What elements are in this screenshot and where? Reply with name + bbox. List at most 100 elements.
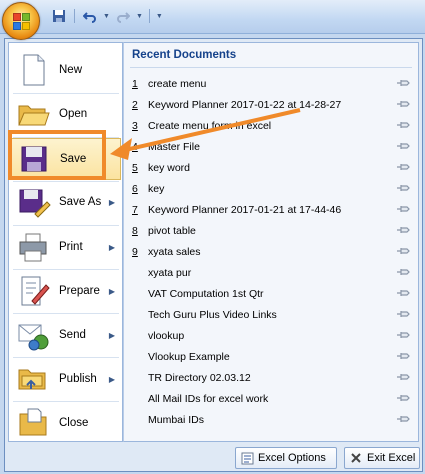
- options-icon: [240, 451, 254, 465]
- recent-document-name: key word: [148, 161, 191, 174]
- recent-document-number: 5: [132, 161, 138, 174]
- recent-document-number: 8: [132, 224, 138, 237]
- submenu-arrow-icon: ▶: [108, 374, 115, 384]
- undo-icon: [83, 12, 96, 23]
- save-icon: [53, 10, 65, 22]
- recent-documents-list: 1 create menu 2 Keyword Planner 2017-01-22 …: [124, 73, 418, 430]
- pin-icon[interactable]: [396, 120, 410, 130]
- recent-document-name: pivot table: [148, 224, 196, 237]
- quick-access-toolbar: ▼ ▼ ▼: [50, 6, 163, 26]
- recent-document-item[interactable]: 8 pivot table: [124, 220, 418, 241]
- redo-icon: [117, 12, 130, 23]
- qat-save-button[interactable]: [50, 7, 68, 25]
- exit-excel-label: Exit Excel: [367, 452, 416, 464]
- recent-document-name: vlookup: [148, 329, 185, 342]
- pin-icon[interactable]: [396, 162, 410, 172]
- pin-icon[interactable]: [396, 330, 410, 340]
- customize-qat-icon[interactable]: ▼: [156, 13, 163, 20]
- recent-document-item[interactable]: 3 Create menu form in excel: [124, 115, 418, 136]
- pin-icon[interactable]: [396, 246, 410, 256]
- menu-item-open[interactable]: Open: [11, 93, 121, 135]
- recent-document-item[interactable]: 5 key word: [124, 157, 418, 178]
- recent-document-number: 2: [132, 98, 138, 111]
- recent-document-name: VAT Computation 1st Qtr: [148, 287, 264, 300]
- recent-document-number: 1: [132, 77, 138, 90]
- recent-document-item[interactable]: Vlookup Example: [124, 346, 418, 367]
- prepare-icon: [15, 273, 51, 309]
- recent-document-name: Tech Guru Plus Video Links: [148, 308, 277, 321]
- save-as-icon: [15, 184, 51, 220]
- recent-document-name: All Mail IDs for excel work: [148, 392, 269, 405]
- recent-document-number: 4: [132, 140, 138, 153]
- recent-document-name: key: [148, 182, 165, 195]
- undo-dropdown-icon[interactable]: ▼: [103, 13, 110, 20]
- pin-icon[interactable]: [396, 288, 410, 298]
- send-icon: [15, 317, 51, 353]
- menu-commands: New Open Save Save As ▶ Print ▶ Prepare …: [8, 42, 123, 442]
- menu-item-label: Open: [59, 108, 88, 120]
- recent-document-number: 6: [132, 182, 138, 195]
- recent-document-item[interactable]: Mumbai IDs: [124, 409, 418, 430]
- qat-redo-button[interactable]: [114, 7, 132, 25]
- recent-document-number: 7: [132, 203, 138, 216]
- menu-item-save-as[interactable]: Save As ▶: [11, 181, 121, 223]
- office-button[interactable]: [2, 2, 40, 40]
- recent-document-name: Keyword Planner 2017-01-22 at 14-28-27: [148, 98, 342, 111]
- recent-document-item[interactable]: 4 Master File: [124, 136, 418, 157]
- recent-document-item[interactable]: vlookup: [124, 325, 418, 346]
- recent-document-item[interactable]: 9 xyata sales: [124, 241, 418, 262]
- excel-options-button[interactable]: Excel Options: [235, 447, 337, 469]
- menu-item-new[interactable]: New: [11, 49, 121, 91]
- recent-document-item[interactable]: TR Directory 02.03.12: [124, 367, 418, 388]
- menu-item-label: Save As: [59, 196, 102, 208]
- pin-icon[interactable]: [396, 414, 410, 424]
- pin-icon[interactable]: [396, 99, 410, 109]
- printer-icon: [15, 229, 51, 265]
- annotation-highlight-box: [8, 130, 106, 180]
- recent-document-name: create menu: [148, 77, 207, 90]
- pin-icon[interactable]: [396, 225, 410, 235]
- pin-icon[interactable]: [396, 372, 410, 382]
- recent-document-item[interactable]: 1 create menu: [124, 73, 418, 94]
- menu-item-label: New: [59, 64, 83, 76]
- pin-icon[interactable]: [396, 309, 410, 319]
- recent-document-item[interactable]: VAT Computation 1st Qtr: [124, 283, 418, 304]
- recent-document-item[interactable]: 7 Keyword Planner 2017-01-21 at 17-44-46: [124, 199, 418, 220]
- recent-document-number: 9: [132, 245, 138, 258]
- office-logo-icon: [13, 13, 31, 31]
- exit-excel-button[interactable]: Exit Excel: [344, 447, 420, 469]
- menu-item-print[interactable]: Print ▶: [11, 226, 121, 268]
- menu-item-close[interactable]: Close: [11, 402, 121, 444]
- new-document-icon: [15, 52, 51, 88]
- submenu-arrow-icon: ▶: [108, 197, 115, 207]
- menu-item-label: Publish: [59, 373, 97, 385]
- title-bar: ▼ ▼ ▼: [0, 0, 425, 34]
- menu-item-send[interactable]: Send ▶: [11, 314, 121, 356]
- menu-item-label: Print: [59, 241, 83, 253]
- submenu-arrow-icon: ▶: [108, 286, 115, 296]
- menu-item-label: Close: [59, 417, 89, 429]
- recent-document-item[interactable]: Tech Guru Plus Video Links: [124, 304, 418, 325]
- menu-footer: Excel Options Exit Excel: [5, 444, 422, 471]
- recent-documents-pane: Recent Documents 1 create menu 2 Keyword Pl…: [123, 42, 419, 442]
- pin-icon[interactable]: [396, 351, 410, 361]
- pin-icon[interactable]: [396, 183, 410, 193]
- submenu-arrow-icon: ▶: [108, 330, 115, 340]
- menu-item-publish[interactable]: Publish ▶: [11, 358, 121, 400]
- recent-document-name: Vlookup Example: [148, 350, 230, 363]
- qat-undo-button[interactable]: [81, 7, 99, 25]
- recent-document-item[interactable]: 2 Keyword Planner 2017-01-22 at 14-28-27: [124, 94, 418, 115]
- pin-icon[interactable]: [396, 78, 410, 88]
- pin-icon[interactable]: [396, 141, 410, 151]
- recent-document-name: Mumbai IDs: [148, 413, 205, 426]
- pin-icon[interactable]: [396, 393, 410, 403]
- pin-icon[interactable]: [396, 267, 410, 277]
- recent-document-number: 3: [132, 119, 138, 132]
- pin-icon[interactable]: [396, 204, 410, 214]
- recent-document-name: Keyword Planner 2017-01-21 at 17-44-46: [148, 203, 342, 216]
- recent-document-item[interactable]: All Mail IDs for excel work: [124, 388, 418, 409]
- recent-document-item[interactable]: xyata pur: [124, 262, 418, 283]
- redo-dropdown-icon[interactable]: ▼: [136, 13, 143, 20]
- menu-item-prepare[interactable]: Prepare ▶: [11, 270, 121, 312]
- recent-document-item[interactable]: 6 key: [124, 178, 418, 199]
